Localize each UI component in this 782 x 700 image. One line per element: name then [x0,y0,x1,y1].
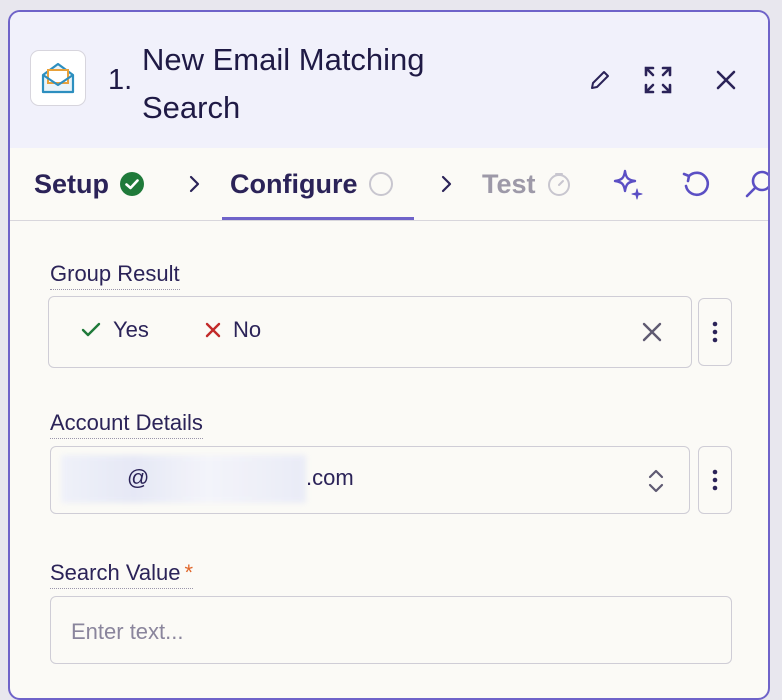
tab-setup-label: Setup [34,168,110,199]
search-value-label: Search Value * [50,560,194,589]
more-vertical-icon [712,469,718,491]
more-vertical-icon [712,321,718,343]
check-icon [81,322,101,337]
chevron-right-icon [436,174,456,194]
step-header: 1. New Email Matching Search [10,12,768,148]
account-value-domain: .com [306,465,354,490]
check-circle-icon [119,171,145,197]
active-tab-indicator [222,217,414,220]
account-details-select[interactable]: @ .com [50,446,690,514]
close-icon[interactable] [710,64,742,96]
chevron-right-icon [184,174,204,194]
redacted-username [61,455,306,503]
account-value-at: @ [127,465,150,490]
email-app-icon [30,50,86,106]
step-panel: 1. New Email Matching Search Setup Confi… [8,10,770,700]
select-chevrons-icon [647,467,665,500]
tab-configure-label: Configure [230,168,358,199]
search-icon[interactable] [740,166,768,202]
clear-icon[interactable] [641,321,663,348]
group-result-label: Group Result [50,261,180,290]
option-yes-label: Yes [113,317,149,342]
option-yes[interactable]: Yes [81,317,149,343]
step-number: 1. [108,64,133,96]
step-tabs: Setup Configure Test [10,148,768,221]
option-no-label: No [233,317,262,342]
step-title: New Email Matching Search [142,42,425,125]
account-details-label: Account Details [50,410,203,439]
timer-icon [546,171,572,197]
group-result-menu-button[interactable] [698,298,732,366]
sparkle-icon[interactable] [610,166,646,202]
expand-icon[interactable] [642,64,674,96]
group-result-field[interactable]: Yes No [48,296,692,368]
account-details-menu-button[interactable] [698,446,732,514]
empty-circle-icon [368,171,394,197]
search-value-label-text: Search Value [50,560,181,585]
x-icon [205,322,221,338]
search-value-placeholder: Enter text... [71,619,184,644]
tab-test[interactable]: Test [482,148,572,220]
tab-test-label: Test [482,168,536,199]
search-value-input[interactable]: Enter text... [50,596,732,664]
required-marker: * [184,560,194,585]
undo-icon[interactable] [678,166,714,202]
option-no[interactable]: No [205,317,261,343]
tab-configure[interactable]: Configure [230,148,394,220]
pencil-icon[interactable] [584,64,616,96]
tab-setup[interactable]: Setup [34,148,145,220]
